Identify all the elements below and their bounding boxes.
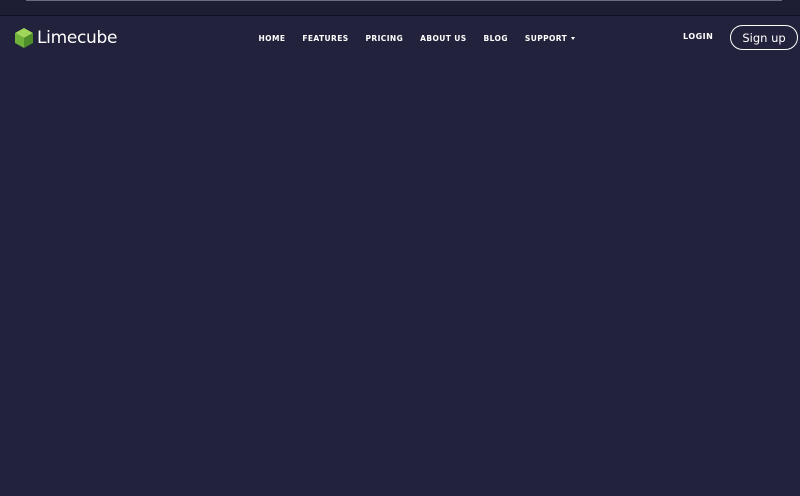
nav-support[interactable]: SUPPORT	[516, 34, 583, 43]
brand-logo[interactable]: Limecube	[14, 26, 117, 50]
brand-name: Limecube	[37, 28, 118, 48]
nav-pricing[interactable]: PRICING	[357, 34, 412, 43]
nav-home[interactable]: HOME	[250, 34, 294, 43]
nav-blog[interactable]: BLOG	[475, 34, 516, 43]
page-content	[0, 60, 800, 496]
address-bar-edge	[26, 0, 782, 1]
signup-button[interactable]: Sign up	[730, 25, 798, 50]
cube-icon	[14, 27, 34, 49]
nav-support-label: SUPPORT	[524, 33, 568, 43]
caret-down-icon	[571, 37, 576, 40]
site-header: Limecube HOME FEATURES PRICING ABOUT US …	[0, 16, 800, 60]
login-link[interactable]: LOGIN	[683, 32, 713, 41]
browser-top-strip	[0, 0, 800, 16]
nav-features[interactable]: FEATURES	[294, 34, 357, 43]
main-nav: HOME FEATURES PRICING ABOUT US BLOG SUPP…	[250, 16, 584, 60]
nav-about-us[interactable]: ABOUT US	[412, 34, 475, 43]
